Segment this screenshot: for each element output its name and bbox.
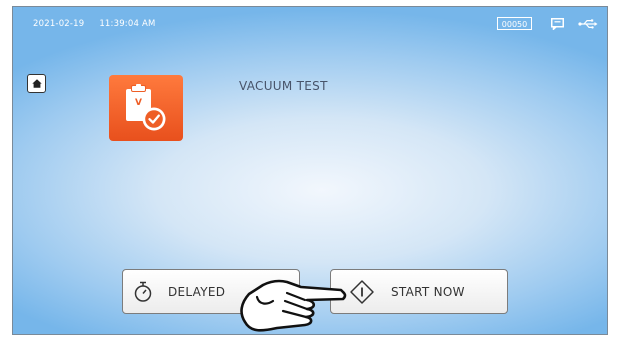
status-time: 11:39:04 AM [99,19,156,29]
usb-icon [578,19,598,29]
start-now-button[interactable]: START NOW [330,269,508,314]
program-title: VACUUM TEST [239,79,328,93]
program-icon-letter: V [135,98,142,108]
delayed-label: DELAYED [168,284,226,299]
program-icon: V [109,75,183,141]
cycle-counter: 00050 [497,17,532,30]
stopwatch-icon [134,281,152,302]
clipboard-check-icon: V [126,84,166,131]
start-diamond-icon [350,279,374,304]
start-now-label: START NOW [391,284,465,299]
home-button[interactable] [27,74,46,93]
message-icon[interactable] [551,18,564,30]
status-date: 2021-02-19 [33,19,85,29]
home-icon [31,79,42,88]
pointing-hand-icon [240,279,347,332]
touchscreen: 2021-02-19 11:39:04 AM 00050 V VACUUM TE… [12,6,608,335]
status-datetime: 2021-02-19 11:39:04 AM [33,19,168,29]
